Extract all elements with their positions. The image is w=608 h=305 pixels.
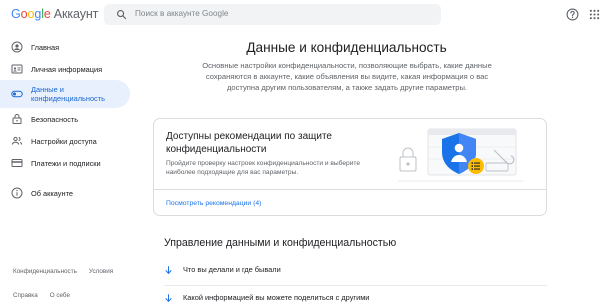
help-link[interactable]: Справка xyxy=(13,292,38,299)
help-icon[interactable] xyxy=(566,8,579,21)
card-title: Доступны рекомендации по защите конфиден… xyxy=(166,131,332,155)
id-card-icon xyxy=(11,64,23,74)
privacy-checkup-illustration xyxy=(398,128,523,182)
sidebar-item-payments[interactable]: Платежи и подписки xyxy=(0,152,134,174)
account-circle-icon xyxy=(11,41,23,53)
logo-product-name: Аккаунт xyxy=(53,7,99,21)
sidebar-item-personal-info[interactable]: Личная информация xyxy=(0,58,134,80)
about-me-link[interactable]: О себе xyxy=(50,292,70,299)
list-item-sharing[interactable]: Какой информацией вы можете поделиться с… xyxy=(164,291,369,304)
main-content: Данные и конфиденциальность Основные нас… xyxy=(134,30,608,305)
privacy-link[interactable]: Конфиденциальность xyxy=(13,268,77,275)
page-title: Данные и конфиденциальность xyxy=(246,40,447,55)
sidebar-item-sharing[interactable]: Настройки доступа xyxy=(0,130,134,152)
sidebar-item-data-privacy[interactable]: Данные и конфиденциальность xyxy=(0,80,130,108)
search-icon xyxy=(117,10,127,20)
sidebar-item-security[interactable]: Безопасность xyxy=(0,108,134,130)
sidebar-item-label: Настройки доступа xyxy=(31,136,97,146)
sidebar-item-label: Об аккаунте xyxy=(31,188,73,198)
view-recommendations-link[interactable]: Посмотреть рекомендации (4) xyxy=(166,200,261,207)
google-account-logo[interactable]: Google Аккаунт xyxy=(11,7,98,21)
toggle-icon xyxy=(11,90,23,98)
sidebar-item-label: Личная информация xyxy=(31,64,103,74)
list-item-label: Какой информацией вы можете поделиться с… xyxy=(183,293,370,302)
lock-icon xyxy=(12,114,22,124)
sidebar-item-label: Платежи и подписки xyxy=(31,158,101,168)
sidebar-footer-links: Конфиденциальность Условия xyxy=(13,268,125,275)
top-bar: Google Аккаунт Поиск в аккаунте Google xyxy=(0,0,608,30)
credit-card-icon xyxy=(11,159,23,167)
list-item-activity[interactable]: Что вы делали и где бывали xyxy=(164,263,281,276)
sidebar-item-label: Безопасность xyxy=(31,114,79,124)
people-icon xyxy=(11,136,23,145)
apps-grid-icon[interactable] xyxy=(589,9,600,20)
page-description: Основные настройки конфиденциальности, п… xyxy=(202,61,492,92)
sidebar-item-label: Данные и конфиденциальность xyxy=(31,85,105,103)
card-description: Пройдите проверку настроек конфиденциаль… xyxy=(166,160,361,177)
arrow-down-icon xyxy=(165,293,172,302)
card-divider xyxy=(154,189,546,190)
section-title: Управление данными и конфиденциальностью xyxy=(164,237,397,249)
logo-letter-g: G xyxy=(11,7,21,21)
list-item-label: Что вы делали и где бывали xyxy=(183,265,281,274)
search-placeholder: Поиск в аккаунте Google xyxy=(135,9,229,18)
sidebar-nav: Главная Личная информация Данные и конфи… xyxy=(0,36,134,204)
sidebar-item-about[interactable]: Об аккаунте xyxy=(0,182,134,204)
logo-letter-e: e xyxy=(43,7,51,21)
sidebar-item-label: Главная xyxy=(31,42,60,52)
search-input[interactable]: Поиск в аккаунте Google xyxy=(104,4,441,25)
privacy-recommendations-card: Доступны рекомендации по защите конфиден… xyxy=(153,118,547,216)
arrow-down-icon xyxy=(165,265,172,274)
sidebar-item-home[interactable]: Главная xyxy=(0,36,134,58)
info-icon xyxy=(11,187,23,199)
terms-link[interactable]: Условия xyxy=(89,268,113,275)
sidebar-footer-links-2: Справка О себе xyxy=(13,292,82,299)
list-divider xyxy=(164,285,547,286)
